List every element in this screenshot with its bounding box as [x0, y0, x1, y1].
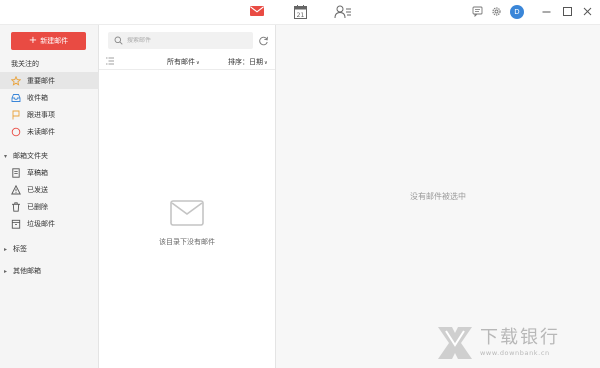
sort-dropdown[interactable]: 排序：日期∨: [228, 57, 268, 67]
refresh-button[interactable]: [258, 35, 269, 46]
unread-circle-icon: [11, 127, 21, 137]
mail-list-column: 所有邮件∨ 排序：日期∨ 该目录下没有邮件: [99, 25, 276, 368]
maximize-icon: [563, 7, 572, 16]
calendar-tab[interactable]: 21: [294, 5, 307, 21]
chevron-down-icon: ▾: [4, 152, 8, 160]
minimize-icon: [542, 11, 551, 13]
contacts-tab[interactable]: [334, 5, 352, 21]
flag-icon: [11, 110, 21, 120]
close-icon: [583, 7, 592, 16]
plus-icon: +: [28, 35, 38, 46]
sidebar-item-sent[interactable]: 已发送: [0, 181, 99, 198]
no-selection-text: 没有邮件被选中: [410, 192, 466, 201]
list-lines-icon: [106, 57, 114, 65]
sidebar-item-label: 已删除: [27, 202, 48, 211]
tags-group-title: 标签: [13, 245, 27, 253]
empty-folder-text: 该目录下没有邮件: [159, 238, 215, 246]
top-bar: 21 D: [0, 0, 600, 25]
inbox-icon: [11, 93, 21, 103]
mail-filter-label: 所有邮件: [167, 58, 195, 66]
watermark-logo: 下载银行 www.downbank.cn: [436, 320, 598, 366]
draft-icon: [11, 167, 21, 178]
sidebar-item-inbox[interactable]: 收件箱: [0, 89, 99, 106]
chat-icon: [472, 6, 483, 18]
sort-value: 日期: [249, 58, 263, 66]
watermark-mark-icon: [438, 327, 472, 359]
sidebar-item-unread[interactable]: 未读邮件: [0, 123, 99, 140]
mail-tab[interactable]: [250, 6, 264, 18]
tags-group-header[interactable]: ▸ 标签: [4, 244, 27, 254]
chevron-down-icon: ∨: [264, 60, 268, 66]
search-input[interactable]: [127, 37, 247, 44]
refresh-icon: [259, 36, 268, 46]
sidebar-item-label: 已发送: [27, 185, 48, 194]
new-mail-label: 新建邮件: [40, 37, 69, 45]
sidebar-item-drafts[interactable]: 草稿箱: [0, 164, 99, 181]
close-button[interactable]: [582, 6, 594, 18]
watermark-en: www.downbank.cn: [480, 349, 550, 357]
empty-mail-icon: [170, 200, 204, 228]
chevron-down-icon: ∨: [196, 60, 200, 66]
chevron-right-icon: ▸: [4, 245, 8, 253]
sidebar-item-important[interactable]: 重要邮件: [0, 72, 99, 89]
folders-group-header[interactable]: ▾ 邮箱文件夹: [4, 151, 48, 161]
sidebar-item-spam[interactable]: 垃圾邮件: [0, 215, 99, 232]
new-mail-button[interactable]: + 新建邮件: [11, 32, 86, 50]
star-icon: [11, 75, 21, 86]
avatar[interactable]: D: [510, 5, 524, 19]
list-options-button[interactable]: [106, 57, 114, 67]
chevron-right-icon: ▸: [4, 267, 8, 275]
trash-icon: [11, 201, 21, 212]
gear-icon: [492, 7, 501, 16]
sidebar-item-followup[interactable]: 跟进事项: [0, 106, 99, 123]
sort-prefix: 排序：: [228, 58, 249, 66]
filter-bar: 所有邮件∨ 排序：日期∨: [99, 56, 275, 70]
calendar-day: 21: [297, 12, 305, 19]
focus-group-title: 我关注的: [11, 60, 39, 68]
settings-button[interactable]: [491, 6, 503, 18]
contacts-icon: [334, 5, 351, 19]
mail-filter-dropdown[interactable]: 所有邮件∨: [167, 57, 200, 67]
other-mailboxes-title: 其他邮箱: [13, 267, 41, 275]
sidebar-item-label: 未读邮件: [27, 127, 55, 136]
search-icon: [114, 36, 123, 45]
other-mailboxes-header[interactable]: ▸ 其他邮箱: [4, 266, 41, 276]
sidebar-item-label: 收件箱: [27, 93, 48, 102]
spam-icon: [11, 219, 21, 229]
calendar-icon: 21: [294, 5, 307, 19]
reading-pane: 没有邮件被选中: [276, 25, 600, 368]
chat-button[interactable]: [472, 6, 484, 18]
sidebar-item-label: 跟进事项: [27, 110, 55, 119]
sidebar-item-label: 重要邮件: [27, 76, 55, 85]
minimize-button[interactable]: [541, 6, 553, 18]
search-box[interactable]: [108, 32, 253, 49]
envelope-icon: [250, 6, 264, 16]
sidebar: + 新建邮件 我关注的 重要邮件 收件箱 跟进事项 未读邮件 ▾ 邮箱文件夹 草…: [0, 25, 99, 368]
folders-group-title: 邮箱文件夹: [13, 152, 48, 160]
maximize-button[interactable]: [562, 6, 574, 18]
sent-icon: [11, 184, 21, 195]
sidebar-item-deleted[interactable]: 已删除: [0, 198, 99, 215]
watermark-cn: 下载银行: [480, 327, 560, 348]
sidebar-item-label: 草稿箱: [27, 168, 48, 177]
avatar-letter: D: [514, 8, 520, 16]
sidebar-item-label: 垃圾邮件: [27, 219, 55, 228]
